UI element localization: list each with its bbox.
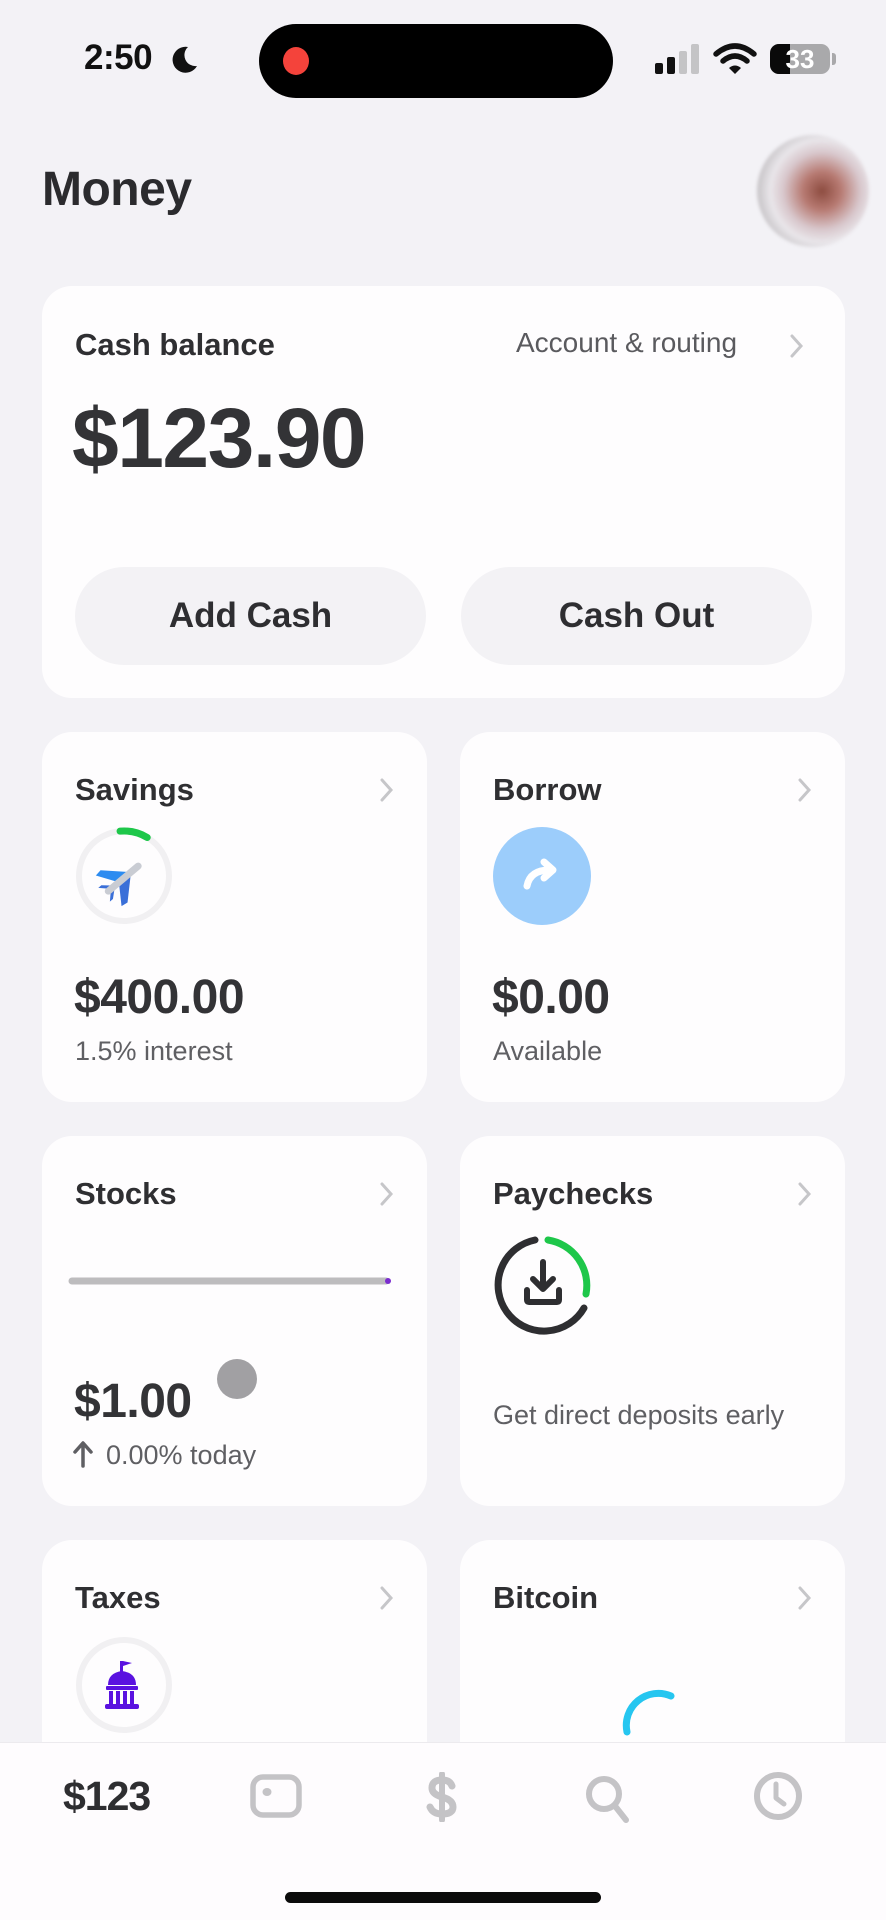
cash-balance-label: Cash balance bbox=[75, 327, 275, 362]
search-icon[interactable] bbox=[584, 1774, 632, 1824]
stocks-amount: $1.00 bbox=[74, 1375, 192, 1428]
savings-title: Savings bbox=[75, 772, 194, 807]
savings-amount: $400.00 bbox=[74, 971, 245, 1024]
moon-icon bbox=[172, 46, 197, 73]
bitcoin-title: Bitcoin bbox=[493, 1580, 599, 1615]
cash-out-button[interactable]: Cash Out bbox=[461, 567, 812, 665]
capitol-building-icon bbox=[105, 1661, 139, 1709]
chevron-right-icon bbox=[796, 1180, 814, 1208]
home-indicator[interactable] bbox=[285, 1892, 601, 1903]
dollar-icon[interactable] bbox=[424, 1772, 460, 1822]
clock-icon[interactable] bbox=[753, 1771, 803, 1821]
cash-balance-amount: $123.90 bbox=[72, 391, 367, 485]
page-title: Money bbox=[42, 163, 192, 216]
avatar[interactable] bbox=[757, 135, 869, 247]
borrow-title: Borrow bbox=[493, 772, 602, 807]
status-time: 2:50 bbox=[84, 38, 153, 77]
up-arrow-icon bbox=[73, 1441, 93, 1468]
battery-icon: 33 bbox=[770, 44, 830, 74]
battery-percent: 33 bbox=[785, 44, 815, 74]
chevron-right-icon bbox=[378, 776, 396, 804]
stocks-loading-dot bbox=[217, 1359, 257, 1399]
recording-indicator bbox=[283, 47, 309, 75]
add-cash-button[interactable]: Add Cash bbox=[75, 567, 426, 665]
account-routing-link[interactable]: Account & routing bbox=[516, 327, 737, 359]
dynamic-island bbox=[259, 24, 613, 98]
chevron-right-icon bbox=[378, 1180, 396, 1208]
paychecks-description: Get direct deposits early bbox=[493, 1400, 785, 1430]
paychecks-progress-arc bbox=[544, 1236, 591, 1298]
stocks-sparkline bbox=[68, 1277, 391, 1285]
card-icon[interactable] bbox=[250, 1774, 302, 1818]
borrow-icon-circle bbox=[493, 827, 591, 925]
borrow-available: Available bbox=[493, 1036, 603, 1066]
taxes-title: Taxes bbox=[75, 1580, 161, 1615]
stocks-change: 0.00% today bbox=[106, 1440, 257, 1470]
taxes-icon-circle bbox=[76, 1637, 172, 1733]
borrow-amount: $0.00 bbox=[492, 971, 610, 1024]
savings-interest: 1.5% interest bbox=[75, 1036, 233, 1066]
chevron-right-icon bbox=[796, 776, 814, 804]
paychecks-ring bbox=[494, 1236, 591, 1335]
paychecks-title: Paychecks bbox=[493, 1176, 654, 1211]
signal-icon bbox=[655, 44, 699, 74]
nav-money-tab[interactable]: $123 bbox=[63, 1773, 151, 1820]
stocks-title: Stocks bbox=[75, 1176, 177, 1211]
battery-nub bbox=[832, 53, 836, 65]
savings-goal-ring bbox=[75, 827, 173, 925]
airplane-icon bbox=[95, 862, 142, 907]
chevron-right-icon[interactable] bbox=[788, 332, 806, 360]
chevron-right-icon bbox=[378, 1584, 396, 1612]
download-icon bbox=[524, 1259, 562, 1305]
wifi-icon bbox=[713, 43, 757, 74]
chevron-right-icon bbox=[796, 1584, 814, 1612]
